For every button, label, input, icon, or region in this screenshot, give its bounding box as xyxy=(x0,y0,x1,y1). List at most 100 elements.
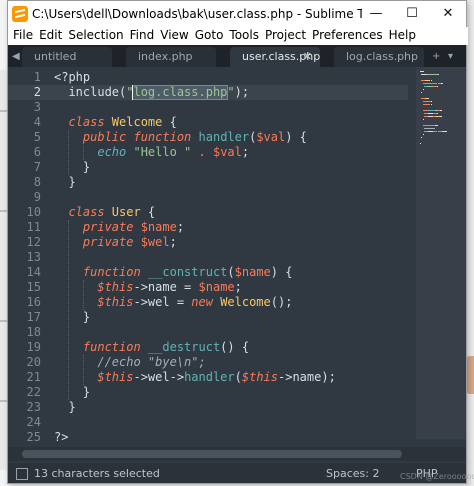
code-line[interactable]: $this->wel->handler($this->name); xyxy=(54,370,335,385)
horizontal-scrollbar-thumb[interactable] xyxy=(22,450,402,458)
code-token: __construct xyxy=(147,265,228,279)
title-bar[interactable]: C:\Users\dell\Downloads\bak\user.class.p… xyxy=(8,1,466,27)
minimap-stroke xyxy=(424,98,428,99)
minimap-stroke xyxy=(420,71,424,72)
code-line[interactable]: public function handler($val) { xyxy=(54,130,307,145)
minimap-stroke xyxy=(436,113,438,114)
code-token: $val xyxy=(212,145,242,159)
status-indentation[interactable]: Spaces: 2 xyxy=(326,467,379,480)
line-number: 5 xyxy=(33,130,41,144)
code-view[interactable]: <?php include("log.class.php"); class We… xyxy=(54,67,414,463)
tab-user-class-php[interactable]: user.class.php ✕ xyxy=(230,47,320,67)
tab-log-class-php[interactable]: log.class.php xyxy=(334,47,424,67)
code-token: function xyxy=(133,130,199,144)
line-number: 9 xyxy=(33,190,41,204)
indent-guide xyxy=(68,130,70,175)
menu-tools[interactable]: Tools xyxy=(226,27,262,44)
menu-file[interactable]: File xyxy=(10,27,36,44)
code-token: "Hello " xyxy=(133,145,192,159)
tab-close-icon[interactable]: ✕ xyxy=(303,47,312,67)
line-number: 15 xyxy=(26,280,41,294)
tab-scroll-left-icon[interactable]: ◀ xyxy=(12,47,20,67)
code-token: new xyxy=(191,295,221,309)
line-number: 24 xyxy=(26,415,41,429)
menu-edit[interactable]: Edit xyxy=(36,27,65,44)
menu-find[interactable]: Find xyxy=(127,27,158,44)
code-token: User xyxy=(111,205,141,219)
code-line[interactable]: } xyxy=(54,160,90,175)
menu-goto[interactable]: Goto xyxy=(192,27,227,44)
code-line[interactable]: <?php xyxy=(54,70,90,85)
code-token: class xyxy=(54,115,112,129)
minimap-stroke xyxy=(437,74,439,75)
minimap-stroke xyxy=(421,92,423,93)
menu-view[interactable]: View xyxy=(157,27,191,44)
code-token: ?> xyxy=(54,430,69,444)
sublime-app-icon xyxy=(12,6,28,22)
tab-bar: ◀ + ▾ untitled index.php user.class.php ✕ lo… xyxy=(8,45,466,67)
code-token: ; xyxy=(169,235,177,249)
minimap-stroke xyxy=(421,137,423,138)
line-number: 11 xyxy=(26,220,41,234)
minimap-stroke xyxy=(430,80,432,81)
line-number: 17 xyxy=(26,310,41,324)
code-token: $this xyxy=(97,295,134,309)
code-token: $this xyxy=(97,280,134,294)
minimize-button[interactable]: — xyxy=(358,1,394,27)
code-line[interactable]: } xyxy=(54,400,75,415)
line-number: 8 xyxy=(33,175,41,189)
menu-bar: File Edit Selection Find View Goto Tools Projec… xyxy=(8,27,468,45)
code-token: ) { xyxy=(270,265,293,279)
minimap[interactable] xyxy=(418,67,466,187)
code-token: include( xyxy=(54,85,127,99)
code-token: $val xyxy=(256,130,286,144)
code-line[interactable]: class User { xyxy=(54,205,155,220)
code-line[interactable]: include("log.class.php"); xyxy=(54,85,249,100)
code-line[interactable]: //echo "bye\n"; xyxy=(54,355,206,370)
code-line[interactable]: class Welcome { xyxy=(54,115,177,130)
code-line[interactable]: private $wel; xyxy=(54,235,177,250)
tab-untitled[interactable]: untitled xyxy=(22,47,112,67)
line-number: 13 xyxy=(26,250,41,264)
line-number: 18 xyxy=(26,325,41,339)
minimap-stroke xyxy=(428,125,436,126)
code-line[interactable]: } xyxy=(54,385,90,400)
line-number: 25 xyxy=(26,430,41,444)
tab-label: untitled xyxy=(34,50,77,63)
code-token: () { xyxy=(220,340,250,354)
code-line[interactable]: private $name; xyxy=(54,220,184,235)
minimap-stroke xyxy=(424,128,435,129)
menu-project[interactable]: Project xyxy=(262,27,309,44)
horizontal-scrollbar[interactable] xyxy=(8,447,466,461)
menu-selection[interactable]: Selection xyxy=(65,27,126,44)
line-number: 12 xyxy=(26,235,41,249)
code-line[interactable]: ?> xyxy=(54,430,68,445)
minimap-stroke xyxy=(436,86,438,87)
code-line[interactable]: $this->wel = new Welcome(); xyxy=(54,295,292,310)
menu-help[interactable]: Help xyxy=(386,27,419,44)
code-token: { xyxy=(162,115,177,129)
code-line[interactable]: } xyxy=(54,310,90,325)
menu-preferences[interactable]: Preferences xyxy=(309,27,386,44)
code-line[interactable]: } xyxy=(54,175,75,190)
new-tab-button[interactable]: + xyxy=(432,47,440,67)
code-line[interactable]: function __destruct() { xyxy=(54,340,249,355)
background-window-right xyxy=(466,0,474,486)
line-number-gutter[interactable]: 1 2 3 4 5 6 7 8 9 10 11 12 13 14 15 16 17 18 19 20 21 22 23 24 2… xyxy=(8,67,48,463)
maximize-button[interactable]: ☐ xyxy=(394,1,430,27)
code-token: $this xyxy=(97,370,134,384)
minimap-stroke xyxy=(435,125,439,126)
code-line[interactable]: function __construct($name) { xyxy=(54,265,293,280)
minimap-stroke xyxy=(422,134,424,135)
tab-list-icon[interactable]: ▾ xyxy=(448,47,453,67)
code-token: handler xyxy=(198,130,250,144)
code-token: //echo "bye\n"; xyxy=(54,355,206,369)
editor-area[interactable]: 1 2 3 4 5 6 7 8 9 10 11 12 13 14 15 16 17 18 19 20 21 22 23 24 2… xyxy=(8,67,466,463)
code-token: ; xyxy=(241,145,250,159)
panel-toggle-icon[interactable] xyxy=(16,468,28,480)
tab-index-php[interactable]: index.php xyxy=(126,47,216,67)
line-number: 21 xyxy=(26,370,41,384)
close-button[interactable]: ✕ xyxy=(430,1,466,27)
code-token: ; xyxy=(176,220,185,234)
code-token: ) { xyxy=(285,130,307,144)
